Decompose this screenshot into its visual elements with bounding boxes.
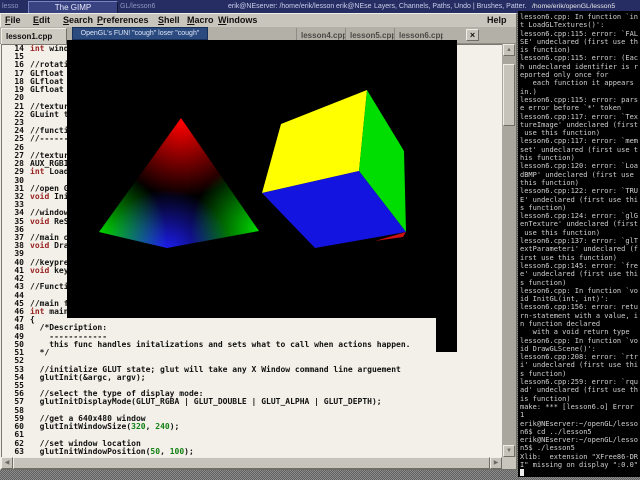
scroll-down-icon[interactable]: ▼ xyxy=(503,445,515,457)
terminal-line: e error before `*' token xyxy=(518,104,640,112)
vertical-scrollbar[interactable]: ▲ ▼ xyxy=(502,44,516,457)
terminal-line: t LoadGLTextures()': xyxy=(518,21,640,29)
tab-lesson1[interactable]: lesson1.cpp xyxy=(1,28,67,44)
close-icon[interactable]: × xyxy=(466,29,479,41)
horizontal-scrollbar-thumb[interactable] xyxy=(13,457,490,469)
taskbar-item[interactable]: Layers, Channels, Paths, Undo | Brushes,… xyxy=(374,0,526,13)
menu-item-help[interactable]: Help xyxy=(487,14,507,27)
terminal-line: enTexture' undeclared (first xyxy=(518,220,640,228)
terminal-line: erik@NEserver:~/openGL/lesso xyxy=(518,436,640,444)
terminal-line: extParameteri' undeclared (f xyxy=(518,245,640,253)
menu-item-macro[interactable]: Macro xyxy=(187,14,214,27)
terminal-line: make: *** [lesson6.o] Error xyxy=(518,403,640,411)
code-line: 50 this func handles initalizations and … xyxy=(2,341,502,349)
scroll-left-icon[interactable]: ◀ xyxy=(1,457,13,469)
code-line: 57 glutInitDisplayMode(GLUT_RGBA | GLUT_… xyxy=(2,398,502,406)
gl-window-titlebar[interactable]: OpenGL's FUN! "cough" loser "cough" xyxy=(72,27,208,40)
terminal-line: lesson6.cpp:259: error: `rqu xyxy=(518,378,640,386)
terminal-line: n function declared xyxy=(518,320,640,328)
terminal-line: E' undeclared (first use thi xyxy=(518,196,640,204)
menu-item-file[interactable]: File xyxy=(5,14,21,27)
terminal-line: lesson6.cpp:117: error: `mem xyxy=(518,137,640,145)
terminal-line: Xlib: extension "XFree86-DR xyxy=(518,453,640,461)
scroll-up-icon[interactable]: ▲ xyxy=(503,44,515,56)
terminal-output: lesson6.cpp: In function `int LoadGLText… xyxy=(518,13,640,477)
taskbar-item[interactable]: erik@NEserver: /home/erik/lesson1 xyxy=(228,0,334,13)
code-line: 51 */ xyxy=(2,349,502,357)
terminal-line: lesson6.cpp:115: error: (Eac xyxy=(518,54,640,62)
terminal-line: SE' undeclared (first use th xyxy=(518,38,640,46)
terminal-line: erik@NEserver:~/openGL/lesso xyxy=(518,420,640,428)
taskbar-item[interactable]: GL/lesson6 xyxy=(120,0,226,13)
editor-menubar: Help File Edit Search Preferences Shell Macro… xyxy=(0,14,516,27)
terminal-line: is function) xyxy=(518,46,640,54)
terminal-line: irst use this function) xyxy=(518,254,640,262)
terminal-line: 1 xyxy=(518,411,640,419)
terminal-line: lesson6.cpp:115: error: `FAL xyxy=(518,30,640,38)
terminal-line: s function) xyxy=(518,204,640,212)
taskbar-item[interactable]: lesso xyxy=(2,0,27,13)
gl-canvas xyxy=(67,40,457,318)
terminal-line: s function) xyxy=(518,370,640,378)
terminal-line: s function) xyxy=(518,279,640,287)
terminal-line: lesson6.cpp:145: error: `fre xyxy=(518,262,640,270)
menu-item-edit[interactable]: Edit xyxy=(33,14,50,27)
code-line: 54 glutInit(&argc, argv); xyxy=(2,374,502,382)
terminal-line: i' undeclared (first use thi xyxy=(518,361,640,369)
terminal-line: h undeclared identifier is r xyxy=(518,63,640,71)
terminal-line: dBMP' undeclared (first use xyxy=(518,171,640,179)
terminal-line: this function) xyxy=(518,179,640,187)
terminal-line: lesson6.cpp:115: error: pars xyxy=(518,96,640,104)
terminal-line: lesson6.cpp:208: error: `rtr xyxy=(518,353,640,361)
terminal-line: with a void return type xyxy=(518,328,640,336)
terminal-line: lesson6.cpp:117: error: `Tex xyxy=(518,113,640,121)
horizontal-scrollbar[interactable]: ◀ ▶ xyxy=(1,457,502,469)
terminal-line: n6$ cd ../lesson5 xyxy=(518,428,640,436)
terminal-line: his function) xyxy=(518,154,640,162)
terminal-line: lesson6.cpp: In function `vo xyxy=(518,287,640,295)
taskbar-item[interactable]: The GIMP xyxy=(28,1,118,13)
vertical-scrollbar-thumb[interactable] xyxy=(503,64,515,126)
menu-item-shell[interactable]: Shell xyxy=(158,14,180,27)
terminal-line: rn-statement with a value, i xyxy=(518,312,640,320)
terminal-line: lesson6.cpp:120: error: `Loa xyxy=(518,162,640,170)
taskbar-item[interactable]: erik@NEse xyxy=(336,0,374,13)
terminal-line: id DrawGLScene()': xyxy=(518,345,640,353)
terminal-line: e' undeclared (first use thi xyxy=(518,270,640,278)
terminal-line: lesson6.cpp: In function `vo xyxy=(518,337,640,345)
terminal-cursor xyxy=(520,469,524,476)
terminal-line: tureImage' undeclared (first xyxy=(518,121,640,129)
terminal-line: lesson6.cpp:124: error: `glG xyxy=(518,212,640,220)
terminal-line: ad' undeclared (first use th xyxy=(518,386,640,394)
terminal-line: id InitGL(int, int)': xyxy=(518,295,640,303)
terminal-line: use this function) xyxy=(518,229,640,237)
menu-item-preferences[interactable]: Preferences xyxy=(97,14,149,27)
code-line: 60 glutInitWindowSize(320, 240); xyxy=(2,423,502,431)
terminal-line: lesson6.cpp:156: error: retu xyxy=(518,303,640,311)
menu-item-search[interactable]: Search xyxy=(63,14,93,27)
terminal-line: is function) xyxy=(518,395,640,403)
gl-window-edge xyxy=(436,318,457,352)
scroll-right-icon[interactable]: ▶ xyxy=(490,457,502,469)
terminal-line: lesson6.cpp:122: error: `TRU xyxy=(518,187,640,195)
code-line: 63 glutInitWindowPosition(50, 100); xyxy=(2,448,502,456)
terminal-line: n5$ ./lesson5 xyxy=(518,444,640,452)
terminal-line: use this function) xyxy=(518,129,640,137)
terminal-line: each function it appears xyxy=(518,79,640,87)
terminal-line: in.) xyxy=(518,88,640,96)
color-cube xyxy=(67,40,457,318)
terminal-window[interactable]: lesson6.cpp: In function `int LoadGLText… xyxy=(518,11,640,477)
desktop: { "taskbar": { "items": [ {"label": "les… xyxy=(0,0,640,480)
terminal-line: lesson6.cpp:137: error: `glT xyxy=(518,237,640,245)
terminal-line: lesson6.cpp: In function `in xyxy=(518,13,640,21)
menu-item-windows[interactable]: Windows xyxy=(218,14,257,27)
terminal-line: I" missing on display ":0.0" xyxy=(518,461,640,469)
terminal-line: set' undeclared (first use t xyxy=(518,146,640,154)
terminal-line: eported only once for xyxy=(518,71,640,79)
